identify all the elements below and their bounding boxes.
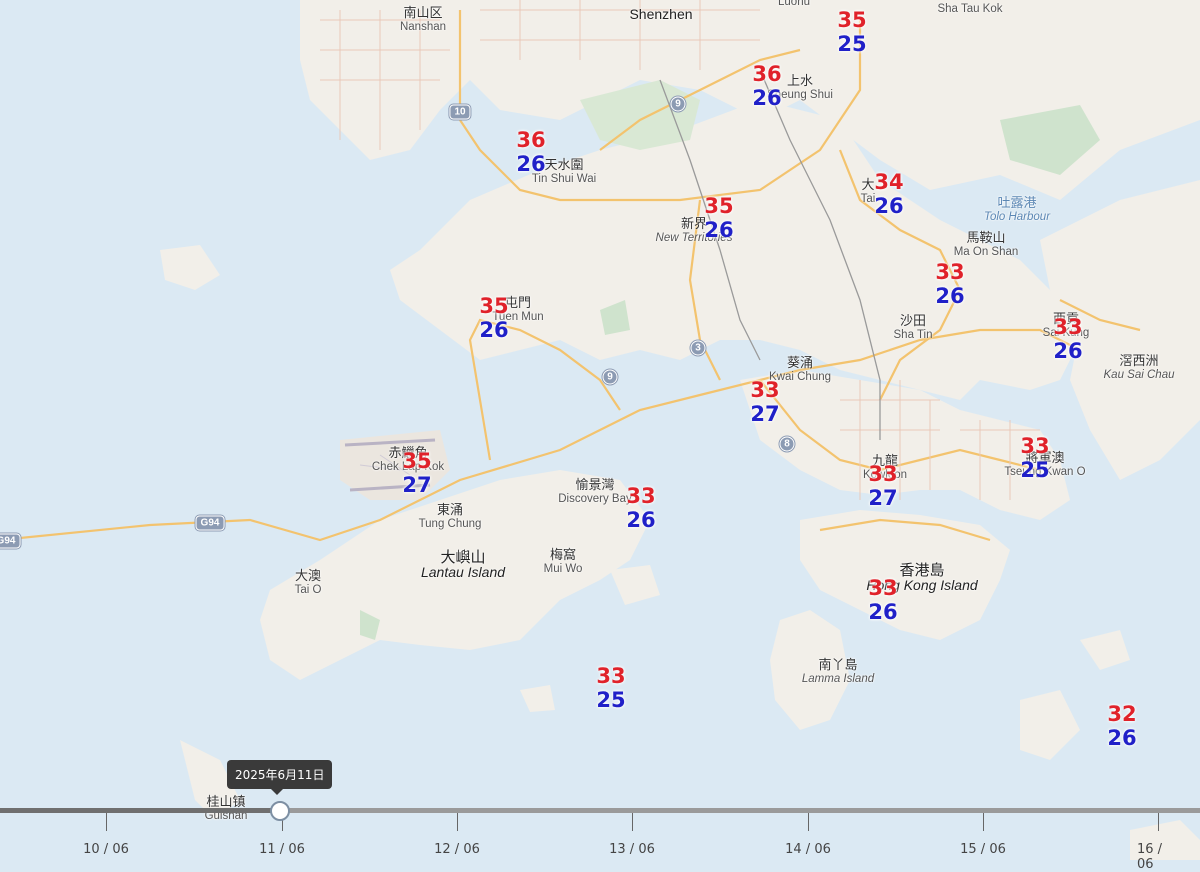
temp-marker-discovery-bay[interactable]: 33 26 bbox=[626, 484, 655, 532]
temp-marker-sheung-shui[interactable]: 36 26 bbox=[752, 62, 781, 110]
temp-low: 26 bbox=[935, 284, 965, 308]
place-nanshan: 南山区 Nanshan bbox=[399, 5, 447, 34]
timeline-tick bbox=[106, 813, 107, 831]
temp-marker-kowloon[interactable]: 33 27 bbox=[868, 462, 897, 510]
temp-low: 26 bbox=[1107, 726, 1137, 750]
timeline-tick-label[interactable]: 13 / 06 bbox=[609, 842, 655, 857]
temp-low: 26 bbox=[752, 86, 782, 110]
temp-low: 25 bbox=[837, 32, 867, 56]
timeline-tick-label[interactable]: 11 / 06 bbox=[259, 842, 305, 857]
temp-low: 26 bbox=[704, 218, 734, 242]
route-shield-3: 3 bbox=[690, 340, 706, 356]
place-sha-tau-kok: Sha Tau Kok bbox=[937, 3, 1003, 15]
temp-high: 34 bbox=[874, 170, 904, 194]
temp-marker-ma-on-shan[interactable]: 33 26 bbox=[935, 260, 964, 308]
timeline-tick-label[interactable]: 14 / 06 bbox=[785, 842, 831, 857]
temp-high: 33 bbox=[596, 664, 626, 688]
route-shield-9: 9 bbox=[670, 96, 686, 112]
temp-high: 33 bbox=[1053, 315, 1083, 339]
place-tai-po: 大 Tai bbox=[860, 177, 876, 206]
temp-marker-tai-po[interactable]: 34 26 bbox=[874, 170, 903, 218]
temp-high: 33 bbox=[626, 484, 656, 508]
place-luohu: Luohu bbox=[778, 0, 810, 8]
timeline-tick-label[interactable]: 10 / 06 bbox=[83, 842, 129, 857]
timeline-tick bbox=[983, 813, 984, 831]
temp-high: 35 bbox=[479, 294, 509, 318]
temp-high: 36 bbox=[516, 128, 546, 152]
temp-high: 33 bbox=[868, 576, 898, 600]
temp-marker-hong-kong-island[interactable]: 33 26 bbox=[868, 576, 897, 624]
temp-marker-kwai-chung[interactable]: 33 27 bbox=[750, 378, 779, 426]
route-shield-g94: G94 bbox=[195, 515, 225, 531]
temp-low: 27 bbox=[868, 486, 898, 510]
map[interactable]: 10 9 3 9 8 G94 G94 南山区 Nanshan Shenzhen L… bbox=[0, 0, 1200, 860]
timeline-tick-label[interactable]: 15 / 06 bbox=[960, 842, 1006, 857]
timeline-track-remaining[interactable] bbox=[280, 808, 1200, 813]
place-tolo-harbour: 吐露港 Tolo Harbour bbox=[983, 195, 1051, 224]
temp-high: 35 bbox=[704, 194, 734, 218]
map-base bbox=[0, 0, 1200, 860]
temp-marker-east-waters[interactable]: 32 26 bbox=[1107, 702, 1136, 750]
temp-low: 26 bbox=[868, 600, 898, 624]
route-shield-8: 8 bbox=[779, 436, 795, 452]
temp-marker-luohu[interactable]: 35 25 bbox=[837, 8, 866, 56]
temp-high: 35 bbox=[402, 449, 432, 473]
place-discovery-bay: 愉景灣 Discovery Bay bbox=[558, 477, 632, 506]
temp-high: 36 bbox=[752, 62, 782, 86]
place-tai-o: 大澳 Tai O bbox=[294, 568, 322, 597]
temp-marker-tin-shui-wai[interactable]: 36 26 bbox=[516, 128, 545, 176]
temp-low: 26 bbox=[479, 318, 509, 342]
temp-low: 26 bbox=[626, 508, 656, 532]
temp-high: 33 bbox=[935, 260, 965, 284]
timeline-tick-label[interactable]: 16 / 06 bbox=[1137, 842, 1179, 872]
temp-marker-chek-lap-kok[interactable]: 35 27 bbox=[402, 449, 431, 497]
timeline-tick bbox=[632, 813, 633, 831]
place-ma-on-shan: 馬鞍山 Ma On Shan bbox=[953, 230, 1019, 259]
temp-high: 33 bbox=[750, 378, 780, 402]
place-lamma-island: 南丫島 Lamma Island bbox=[801, 657, 875, 686]
temp-low: 26 bbox=[516, 152, 546, 176]
route-shield-10: 10 bbox=[449, 104, 471, 120]
place-lantau-island: 大嶼山 Lantau Island bbox=[420, 549, 506, 580]
date-timeline[interactable]: 10 / 06 11 / 06 12 / 06 13 / 06 14 / 06 … bbox=[0, 760, 1200, 872]
temp-low: 25 bbox=[596, 688, 626, 712]
place-tung-chung: 東涌 Tung Chung bbox=[418, 502, 482, 531]
temp-high: 33 bbox=[1020, 434, 1050, 458]
timeline-tick bbox=[808, 813, 809, 831]
temp-high: 35 bbox=[837, 8, 867, 32]
timeline-slider-handle[interactable] bbox=[270, 801, 290, 821]
temp-marker-sai-kung[interactable]: 33 26 bbox=[1053, 315, 1082, 363]
temp-marker-south-waters[interactable]: 33 25 bbox=[596, 664, 625, 712]
temp-low: 26 bbox=[874, 194, 904, 218]
temp-marker-tuen-mun[interactable]: 35 26 bbox=[479, 294, 508, 342]
timeline-tick-label[interactable]: 12 / 06 bbox=[434, 842, 480, 857]
temp-low: 25 bbox=[1020, 458, 1050, 482]
timeline-tick bbox=[457, 813, 458, 831]
temp-low: 27 bbox=[750, 402, 780, 426]
temp-high: 32 bbox=[1107, 702, 1137, 726]
temp-low: 27 bbox=[402, 473, 432, 497]
timeline-tooltip: 2025年6月11日 bbox=[227, 760, 333, 795]
place-mui-wo: 梅窩 Mui Wo bbox=[543, 547, 583, 576]
temp-marker-new-territories[interactable]: 35 26 bbox=[704, 194, 733, 242]
temp-marker-tseung-kwan-o[interactable]: 33 25 bbox=[1020, 434, 1049, 482]
timeline-tick bbox=[1158, 813, 1159, 831]
route-shield-9b: 9 bbox=[602, 369, 618, 385]
place-sha-tin: 沙田 Sha Tin bbox=[893, 313, 933, 342]
temp-low: 26 bbox=[1053, 339, 1083, 363]
place-kau-sai-chau: 滘西洲 Kau Sai Chau bbox=[1103, 353, 1175, 382]
place-shenzhen: Shenzhen bbox=[629, 6, 693, 22]
route-shield-g94-west: G94 bbox=[0, 533, 21, 549]
temp-high: 33 bbox=[868, 462, 898, 486]
